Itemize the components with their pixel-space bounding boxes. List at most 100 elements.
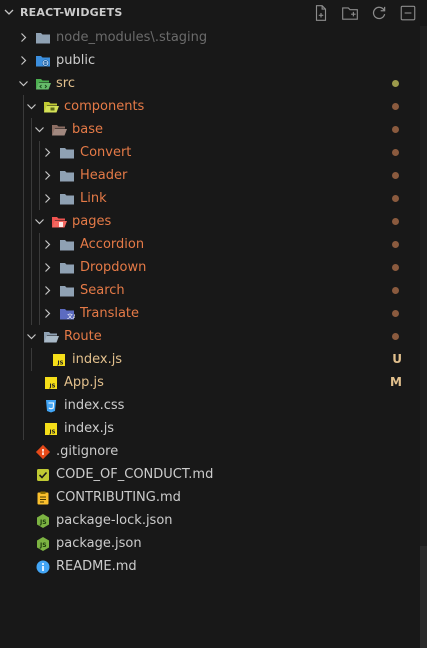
tree-item-label: node_modules\.staging (56, 30, 208, 45)
tree-folder-row[interactable]: Header (0, 164, 420, 187)
tree-folder-row[interactable]: Dropdown (0, 256, 420, 279)
git-status-dot (392, 126, 399, 133)
tree-file-row[interactable]: JS package.json (0, 532, 420, 555)
tree-item-label: index.js (64, 421, 115, 436)
tree-item-label: components (64, 99, 145, 114)
tree-folder-row[interactable]: src (0, 72, 420, 95)
tree-item-label: .gitignore (56, 444, 119, 459)
indent-guide (39, 141, 40, 210)
tree-item-label: Search (80, 283, 125, 298)
chevron-right-icon[interactable] (42, 193, 53, 204)
info-icon (35, 559, 51, 575)
refresh-icon[interactable] (370, 4, 388, 22)
tree-item-label: README.md (56, 559, 137, 574)
new-folder-icon[interactable] (341, 4, 359, 22)
tree-folder-row[interactable]: Link (0, 187, 420, 210)
explorer-title[interactable]: REACT-WIDGETS (20, 6, 122, 19)
chevron-down-icon[interactable] (34, 124, 45, 135)
chevron-right-icon[interactable] (42, 262, 53, 273)
tree-item-label: Translate (80, 306, 140, 321)
tree-item-label: Link (80, 191, 107, 206)
checklist-icon (35, 467, 51, 483)
chevron-down-icon[interactable] (26, 101, 37, 112)
git-status-dot (392, 172, 399, 179)
git-status-dot (392, 310, 399, 317)
scrollbar-track[interactable] (420, 26, 427, 546)
tree-item-label: index.js (72, 352, 123, 367)
chevron-down-icon[interactable] (26, 331, 37, 342)
tree-file-row[interactable]: .gitignore (0, 440, 420, 463)
svg-text:JS: JS (49, 430, 56, 436)
tree-folder-row[interactable]: 文A Translate (0, 302, 420, 325)
chevron-right-icon[interactable] (42, 308, 53, 319)
clipboard-icon (35, 490, 51, 506)
tree-folder-row[interactable]: Accordion (0, 233, 420, 256)
git-status-badge: U (392, 352, 402, 366)
tree-file-row[interactable]: JS index.js U (0, 348, 420, 371)
file-tree: node_modules\.stagingpublic src components… (0, 26, 420, 578)
git-status-badge: M (390, 375, 402, 389)
collapse-all-icon[interactable] (399, 4, 417, 22)
tree-item-label: Accordion (80, 237, 145, 252)
explorer-header: REACT-WIDGETS (0, 0, 427, 26)
folder-icon (59, 191, 75, 207)
git-status-dot (392, 287, 399, 294)
tree-file-row[interactable]: JS package-lock.json (0, 509, 420, 532)
svg-text:JS: JS (49, 384, 56, 390)
base-folder-icon (51, 122, 67, 138)
tree-folder-row[interactable]: Convert (0, 141, 420, 164)
tree-folder-row[interactable]: pages (0, 210, 420, 233)
tree-item-label: Convert (80, 145, 132, 160)
js-file-icon: JS (43, 375, 59, 391)
chevron-right-icon[interactable] (42, 170, 53, 181)
explorer-actions (312, 4, 417, 22)
indent-guide (31, 118, 32, 325)
scrollbar-thumb[interactable] (420, 546, 427, 648)
tree-item-label: CONTRIBUTING.md (56, 490, 181, 505)
chevron-right-icon[interactable] (42, 147, 53, 158)
nodejs-icon: JS (35, 536, 51, 552)
tree-item-label: pages (72, 214, 112, 229)
folder-icon (59, 283, 75, 299)
git-status-dot (392, 195, 399, 202)
svg-text:JS: JS (39, 519, 47, 526)
nodejs-icon: JS (35, 513, 51, 529)
tree-file-row[interactable]: JS App.js M (0, 371, 420, 394)
tree-folder-row[interactable]: public (0, 49, 420, 72)
tree-folder-row[interactable]: node_modules\.staging (0, 26, 420, 49)
folder-icon (35, 30, 51, 46)
tree-folder-row[interactable]: components (0, 95, 420, 118)
chevron-right-icon[interactable] (42, 285, 53, 296)
tree-folder-row[interactable]: Search (0, 279, 420, 302)
css-file-icon (43, 398, 59, 414)
git-icon (35, 444, 51, 460)
tree-file-row[interactable]: index.css (0, 394, 420, 417)
indent-guide (39, 233, 40, 325)
tree-file-row[interactable]: README.md (0, 555, 420, 578)
folder-open-icon (43, 329, 59, 345)
chevron-down-icon[interactable] (18, 78, 29, 89)
chevron-right-icon[interactable] (42, 239, 53, 250)
folder-icon (59, 260, 75, 276)
tree-item-label: CODE_OF_CONDUCT.md (56, 467, 214, 482)
tree-item-label: src (56, 76, 75, 91)
tree-file-row[interactable]: CONTRIBUTING.md (0, 486, 420, 509)
tree-file-row[interactable]: JS index.js (0, 417, 420, 440)
pages-folder-icon (51, 214, 67, 230)
indent-guide (31, 348, 32, 371)
git-status-dot (392, 241, 399, 248)
tree-folder-row[interactable]: Route (0, 325, 420, 348)
new-file-icon[interactable] (312, 4, 330, 22)
folder-icon (59, 237, 75, 253)
chevron-down-icon[interactable] (34, 216, 45, 227)
git-status-dot (392, 103, 399, 110)
chevron-right-icon[interactable] (18, 32, 29, 43)
chevron-right-icon[interactable] (18, 55, 29, 66)
tree-item-label: App.js (64, 375, 104, 390)
tree-folder-row[interactable]: base (0, 118, 420, 141)
tree-item-label: Header (80, 168, 128, 183)
tree-file-row[interactable]: CODE_OF_CONDUCT.md (0, 463, 420, 486)
tree-item-label: Route (64, 329, 102, 344)
chevron-down-icon[interactable] (3, 6, 15, 18)
js-file-icon: JS (51, 352, 67, 368)
